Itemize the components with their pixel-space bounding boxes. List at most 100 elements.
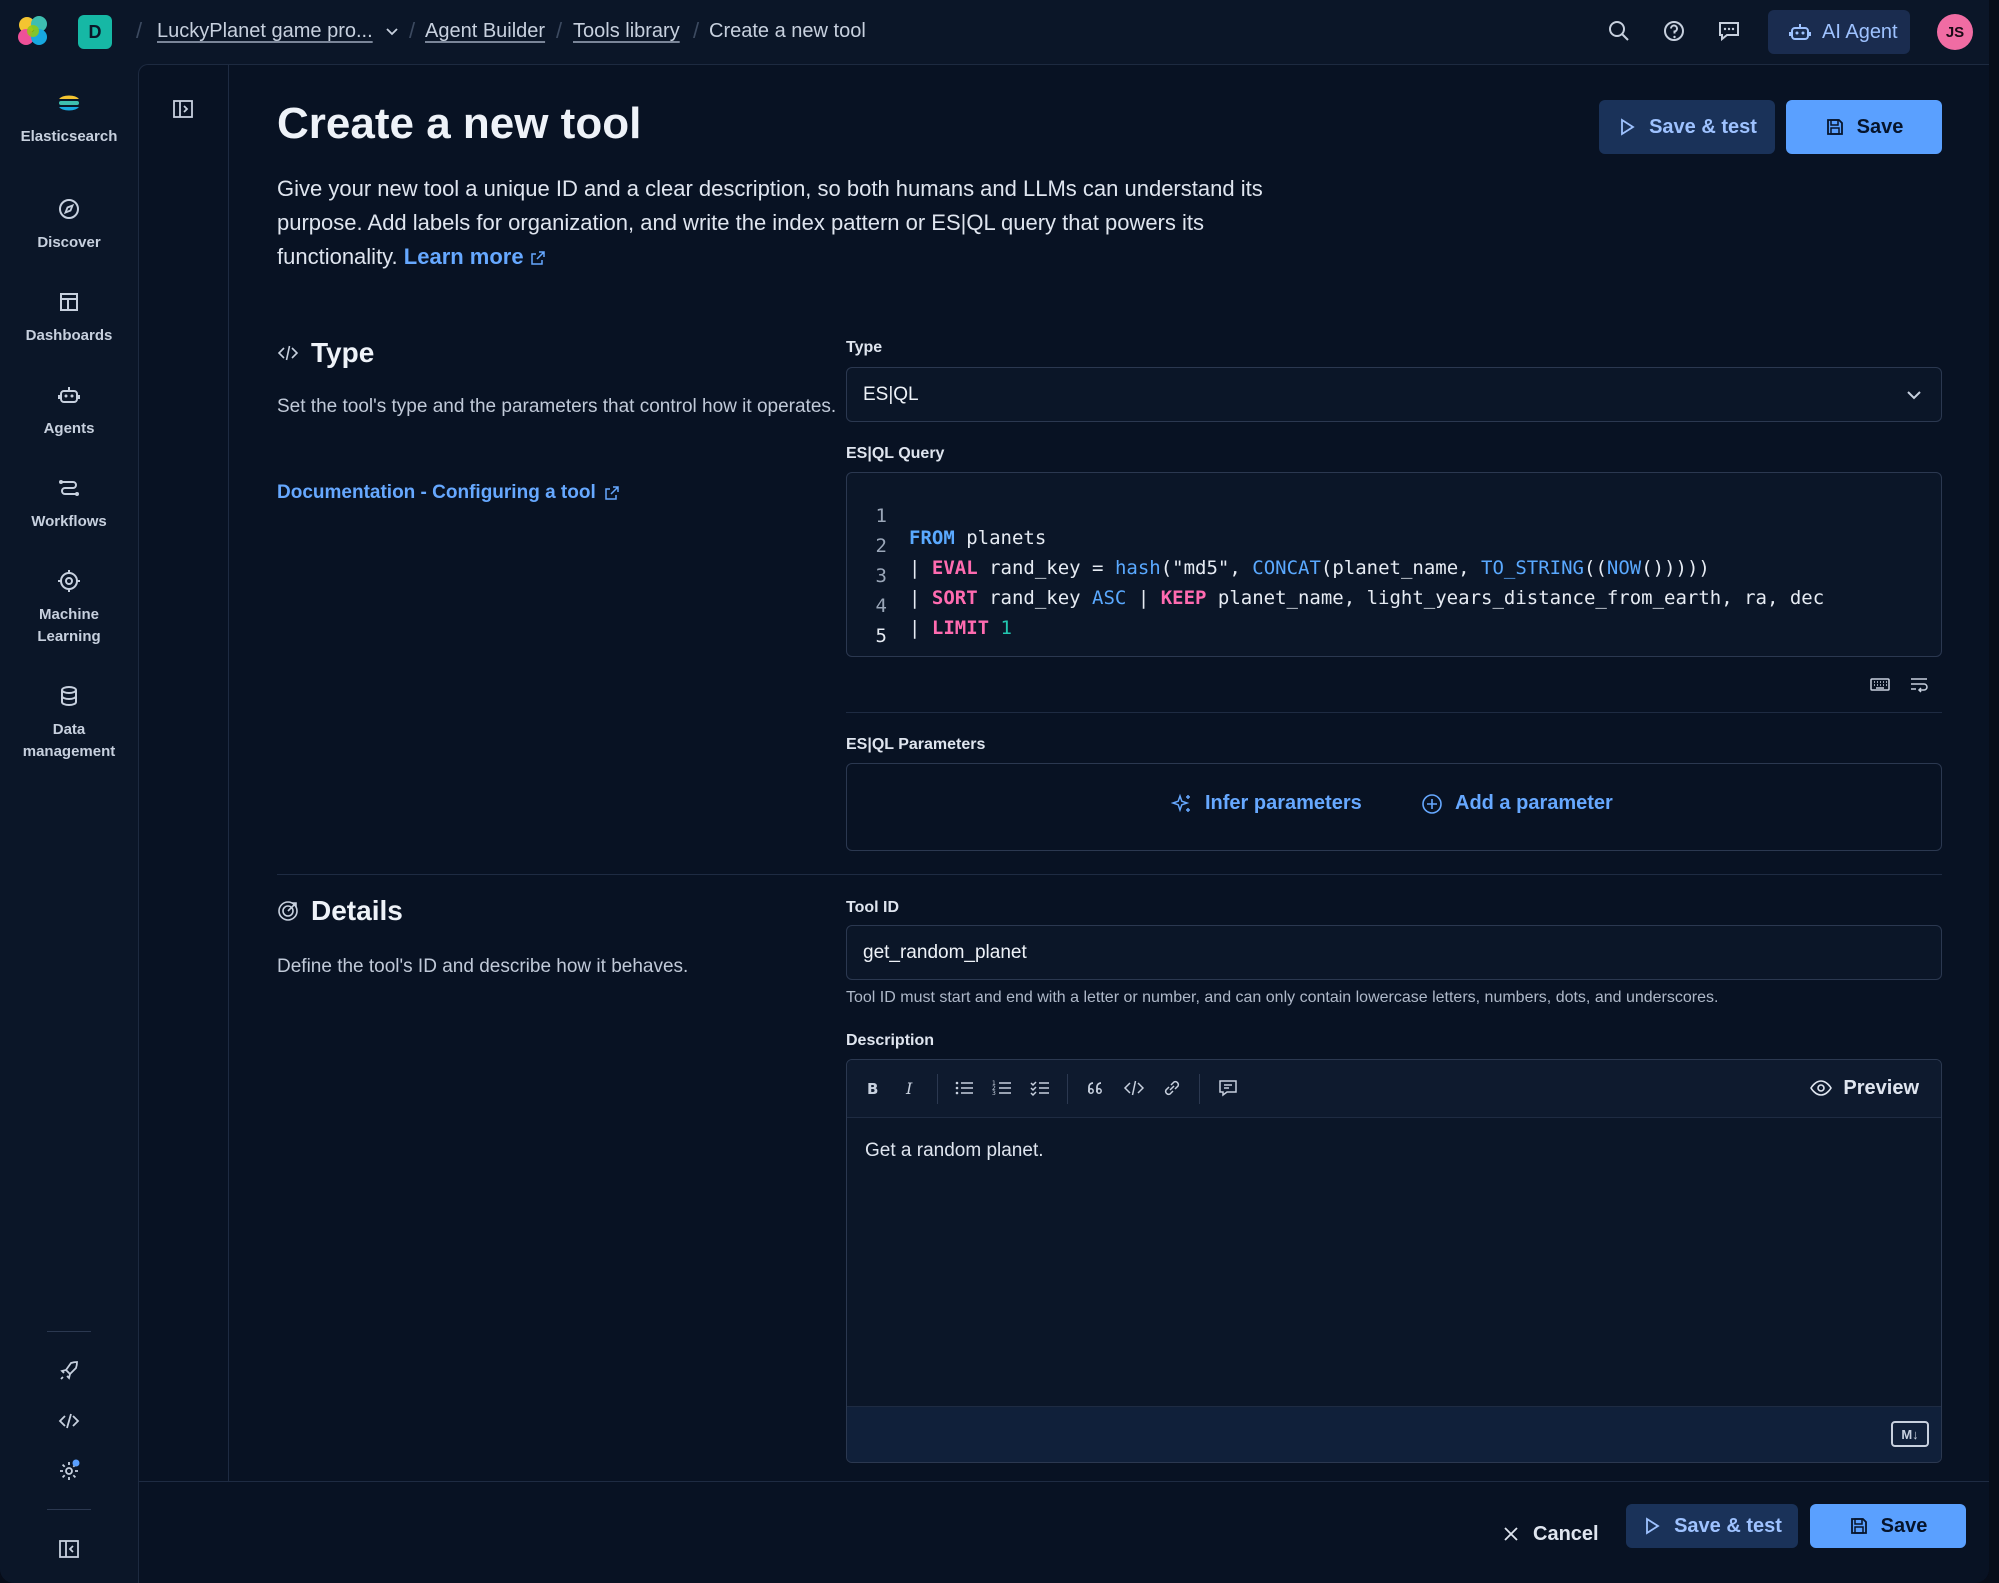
save-label: Save [1856, 115, 1904, 138]
bullet-list-icon[interactable] [953, 1077, 975, 1099]
tool-id-label: Tool ID [846, 899, 900, 916]
compass-icon [56, 196, 82, 222]
space-avatar[interactable]: D [78, 15, 112, 49]
feedback-chat-icon[interactable] [1716, 18, 1744, 46]
breadcrumb-separator: / [409, 18, 416, 43]
gear-icon[interactable] [57, 1459, 81, 1483]
user-avatar[interactable]: JS [1937, 14, 1973, 50]
workflow-icon [56, 475, 82, 501]
details-section-title: Details [277, 895, 403, 927]
esql-query-editor[interactable]: 1 FROM planets 2 | EVAL rand_key = hash(… [846, 472, 1942, 657]
page-title: Create a new tool [277, 99, 642, 148]
robot-icon [1788, 20, 1812, 44]
nav-item-machine-learning[interactable]: Machine Learning [0, 568, 138, 648]
add-parameter-button[interactable]: Add a parameter [1421, 792, 1613, 815]
rocket-icon[interactable] [57, 1359, 81, 1383]
preview-button[interactable]: Preview [1809, 1076, 1919, 1100]
description-text[interactable]: Get a random planet. [865, 1140, 1044, 1162]
section-divider [277, 874, 1942, 875]
sparkles-icon [1171, 793, 1193, 815]
code-line: 2 | EVAL rand_key = hash("md5", CONCAT(p… [875, 535, 1722, 579]
save-icon [1849, 1516, 1869, 1536]
wrap-text-icon[interactable] [1908, 673, 1930, 695]
collapse-nav-icon[interactable] [57, 1537, 81, 1561]
type-select-value: ES|QL [863, 383, 919, 405]
nav-label: Elasticsearch [20, 128, 118, 145]
left-navigation: Elasticsearch Discover Dashboards Agents… [0, 64, 138, 1583]
app-window: D / LuckyPlanet game pro... / Agent Buil… [0, 0, 1989, 1583]
target-icon [277, 900, 299, 922]
save-and-test-button[interactable]: Save & test [1599, 100, 1775, 154]
svg-text:I: I [905, 1079, 913, 1098]
nav-item-dashboards[interactable]: Dashboards [0, 289, 138, 347]
save-button[interactable]: Save [1786, 100, 1942, 154]
nav-label: Dashboards [25, 327, 113, 344]
numbered-list-icon[interactable]: 123 [991, 1077, 1013, 1099]
footer-save-and-test-button[interactable]: Save & test [1626, 1504, 1798, 1548]
type-section-description: Set the tool's type and the parameters t… [277, 396, 837, 417]
tool-id-help-text: Tool ID must start and end with a letter… [846, 989, 1719, 1006]
markdown-footer: M↓ [847, 1406, 1941, 1462]
breadcrumb-separator: / [693, 18, 700, 43]
nav-divider [47, 1331, 91, 1332]
side-collapse-column [139, 65, 229, 1481]
footer-save-button[interactable]: Save [1810, 1504, 1966, 1548]
robot-icon [56, 382, 82, 408]
nav-item-data-management[interactable]: Data management [0, 683, 138, 763]
help-icon[interactable] [1661, 18, 1689, 46]
cancel-button[interactable]: Cancel [1501, 1512, 1599, 1556]
tool-id-input[interactable]: get_random_planet [846, 925, 1942, 980]
elastic-logo-icon[interactable] [14, 12, 52, 50]
keyboard-icon[interactable] [1869, 673, 1891, 695]
type-section-title: Type [277, 337, 374, 369]
esql-parameters-box: Infer parameters Add a parameter [846, 763, 1942, 851]
markdown-badge-icon: M↓ [1891, 1421, 1929, 1447]
type-field-label: Type [846, 339, 883, 356]
code-line: 1 FROM planets [875, 505, 1047, 549]
link-icon[interactable] [1161, 1077, 1183, 1099]
breadcrumb-tools-library[interactable]: Tools library [573, 20, 680, 43]
tool-id-value: get_random_planet [863, 941, 1027, 963]
code-icon[interactable] [57, 1409, 81, 1433]
breadcrumb-agent-builder[interactable]: Agent Builder [425, 20, 545, 43]
description-label: Description [846, 1032, 935, 1049]
save-and-test-label: Save & test [1649, 115, 1757, 138]
code-line: 3 | SORT rand_key ASC | KEEP planet_name… [875, 565, 1825, 609]
nav-label: Machine Learning [37, 606, 101, 645]
nav-item-discover[interactable]: Discover [0, 196, 138, 254]
quote-icon[interactable] [1085, 1077, 1107, 1099]
comment-icon[interactable] [1217, 1077, 1239, 1099]
breadcrumb-project[interactable]: LuckyPlanet game pro... [157, 20, 373, 43]
infer-parameters-button[interactable]: Infer parameters [1171, 792, 1362, 815]
play-icon [1617, 117, 1637, 137]
elasticsearch-logo-icon [56, 90, 82, 116]
dashboard-icon [56, 289, 82, 315]
type-select[interactable]: ES|QL [846, 367, 1942, 422]
nav-item-agents[interactable]: Agents [0, 382, 138, 440]
chevron-down-icon[interactable] [382, 22, 402, 42]
chevron-down-icon [1903, 384, 1925, 406]
bold-icon[interactable]: B [861, 1077, 883, 1099]
ai-agent-button[interactable]: AI Agent [1768, 10, 1910, 54]
toolbar-separator [1067, 1074, 1068, 1104]
expand-panel-icon[interactable] [171, 97, 195, 121]
code-line: 4 | LIMIT 1 [875, 595, 1012, 639]
nav-item-elasticsearch[interactable]: Elasticsearch [0, 90, 138, 148]
search-icon[interactable] [1606, 18, 1634, 46]
toolbar-separator [1199, 1074, 1200, 1104]
eye-icon [1809, 1076, 1833, 1100]
learn-more-link[interactable]: Learn more [404, 244, 524, 269]
plus-circle-icon [1421, 793, 1443, 815]
save-icon [1825, 117, 1845, 137]
nav-item-workflows[interactable]: Workflows [0, 475, 138, 533]
italic-icon[interactable]: I [899, 1077, 921, 1099]
external-link-icon [604, 485, 620, 501]
description-markdown-editor[interactable]: B I 123 Preview Get a random planet. M↓ [846, 1059, 1942, 1463]
toolbar-separator [937, 1074, 938, 1104]
checklist-icon[interactable] [1029, 1077, 1051, 1099]
machine-learning-icon [56, 568, 82, 594]
query-field-label: ES|QL Query [846, 445, 945, 462]
bottom-action-bar: Cancel Save & test Save [139, 1481, 1989, 1583]
code-icon[interactable] [1123, 1077, 1145, 1099]
documentation-link[interactable]: Documentation - Configuring a tool [277, 482, 620, 504]
